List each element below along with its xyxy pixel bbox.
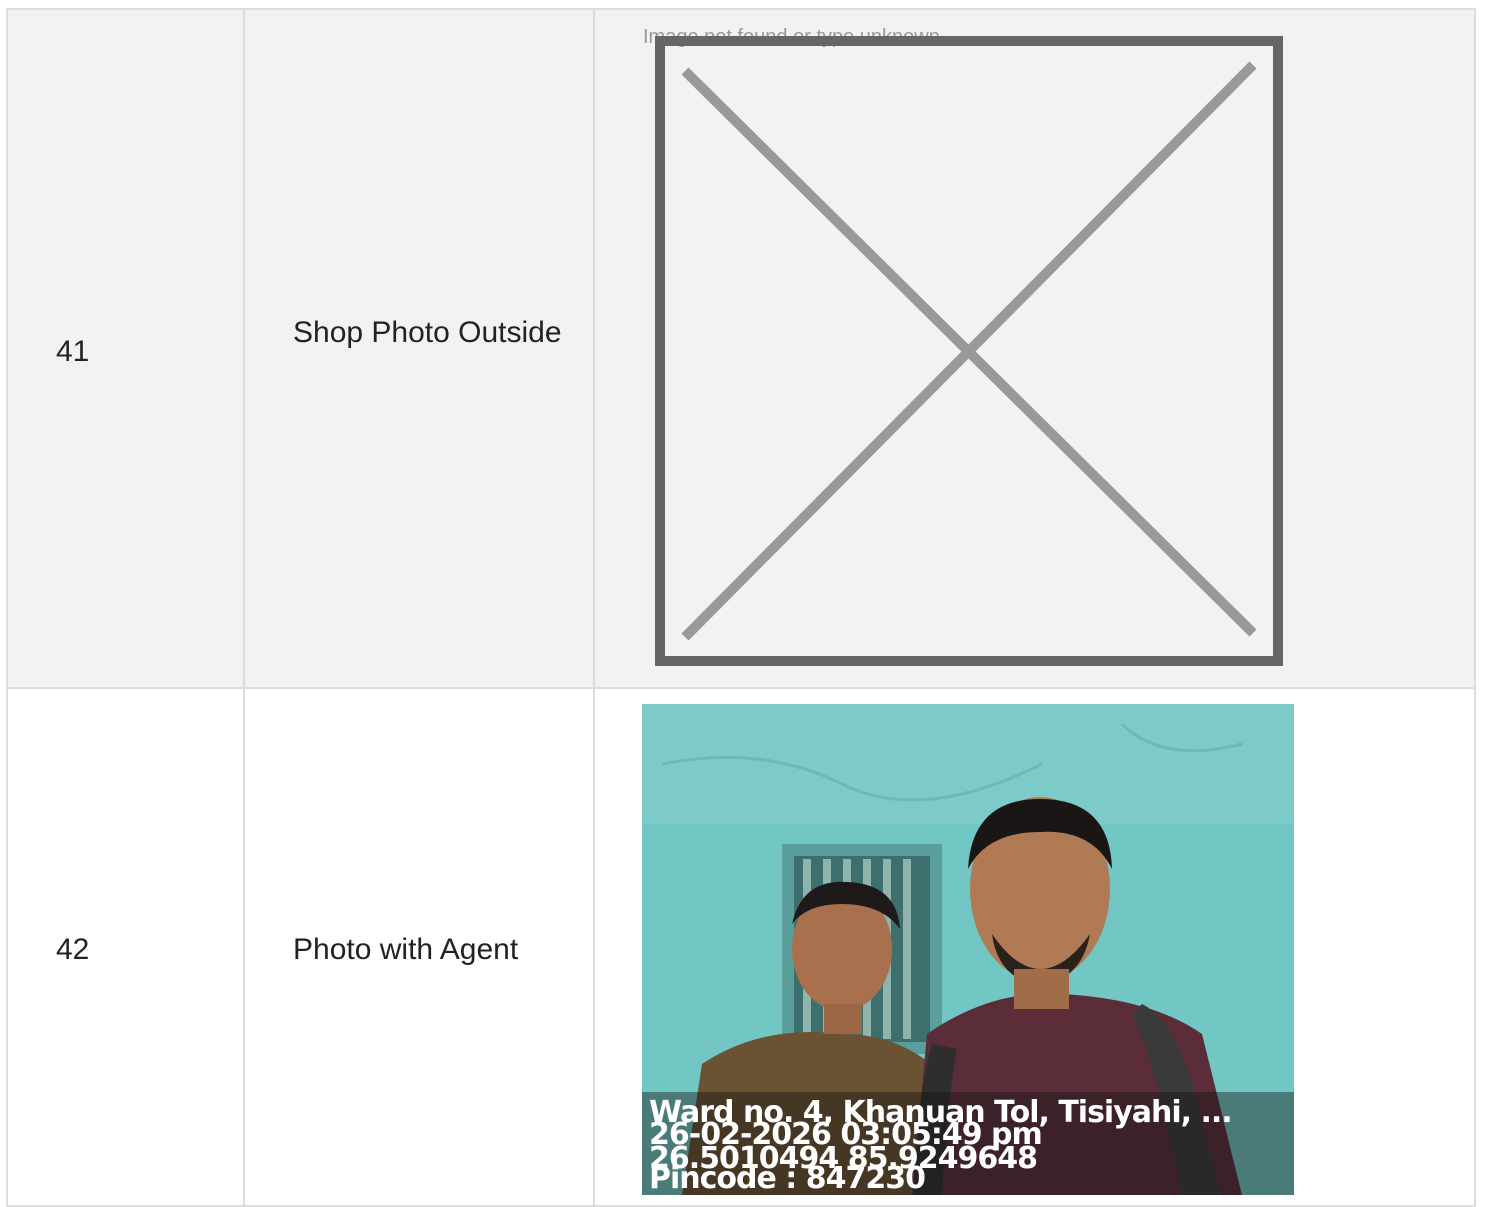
image-cell: Ward no. 4, Khanuan Tol, Tisiyahi, ... 2…: [595, 689, 1476, 1205]
image-cell: Image not found or type unknown: [595, 10, 1476, 687]
row-number-cell: 41: [8, 10, 245, 687]
row-number-cell: 42: [8, 689, 245, 1205]
table-row: 42 Photo with Agent Ward no. 4, Khanuan …: [8, 689, 1476, 1207]
stamp-pincode: Pincode : 847230: [649, 1161, 926, 1195]
row-number: 42: [56, 933, 90, 966]
table-row: 41 Shop Photo Outside Image not found or…: [8, 10, 1476, 689]
form-table: 41 Shop Photo Outside Image not found or…: [6, 8, 1476, 1207]
row-label: Shop Photo Outside: [293, 316, 562, 349]
agent-photo: Ward no. 4, Khanuan Tol, Tisiyahi, ... 2…: [642, 704, 1294, 1195]
row-label-cell: Photo with Agent: [245, 689, 595, 1205]
photo-geo-stamp: Ward no. 4, Khanuan Tol, Tisiyahi, ... 2…: [642, 1092, 1294, 1195]
row-label: Photo with Agent: [293, 933, 519, 966]
broken-image-x-icon: [655, 36, 1283, 666]
row-number: 41: [56, 335, 90, 368]
row-label-cell: Shop Photo Outside: [245, 10, 595, 687]
